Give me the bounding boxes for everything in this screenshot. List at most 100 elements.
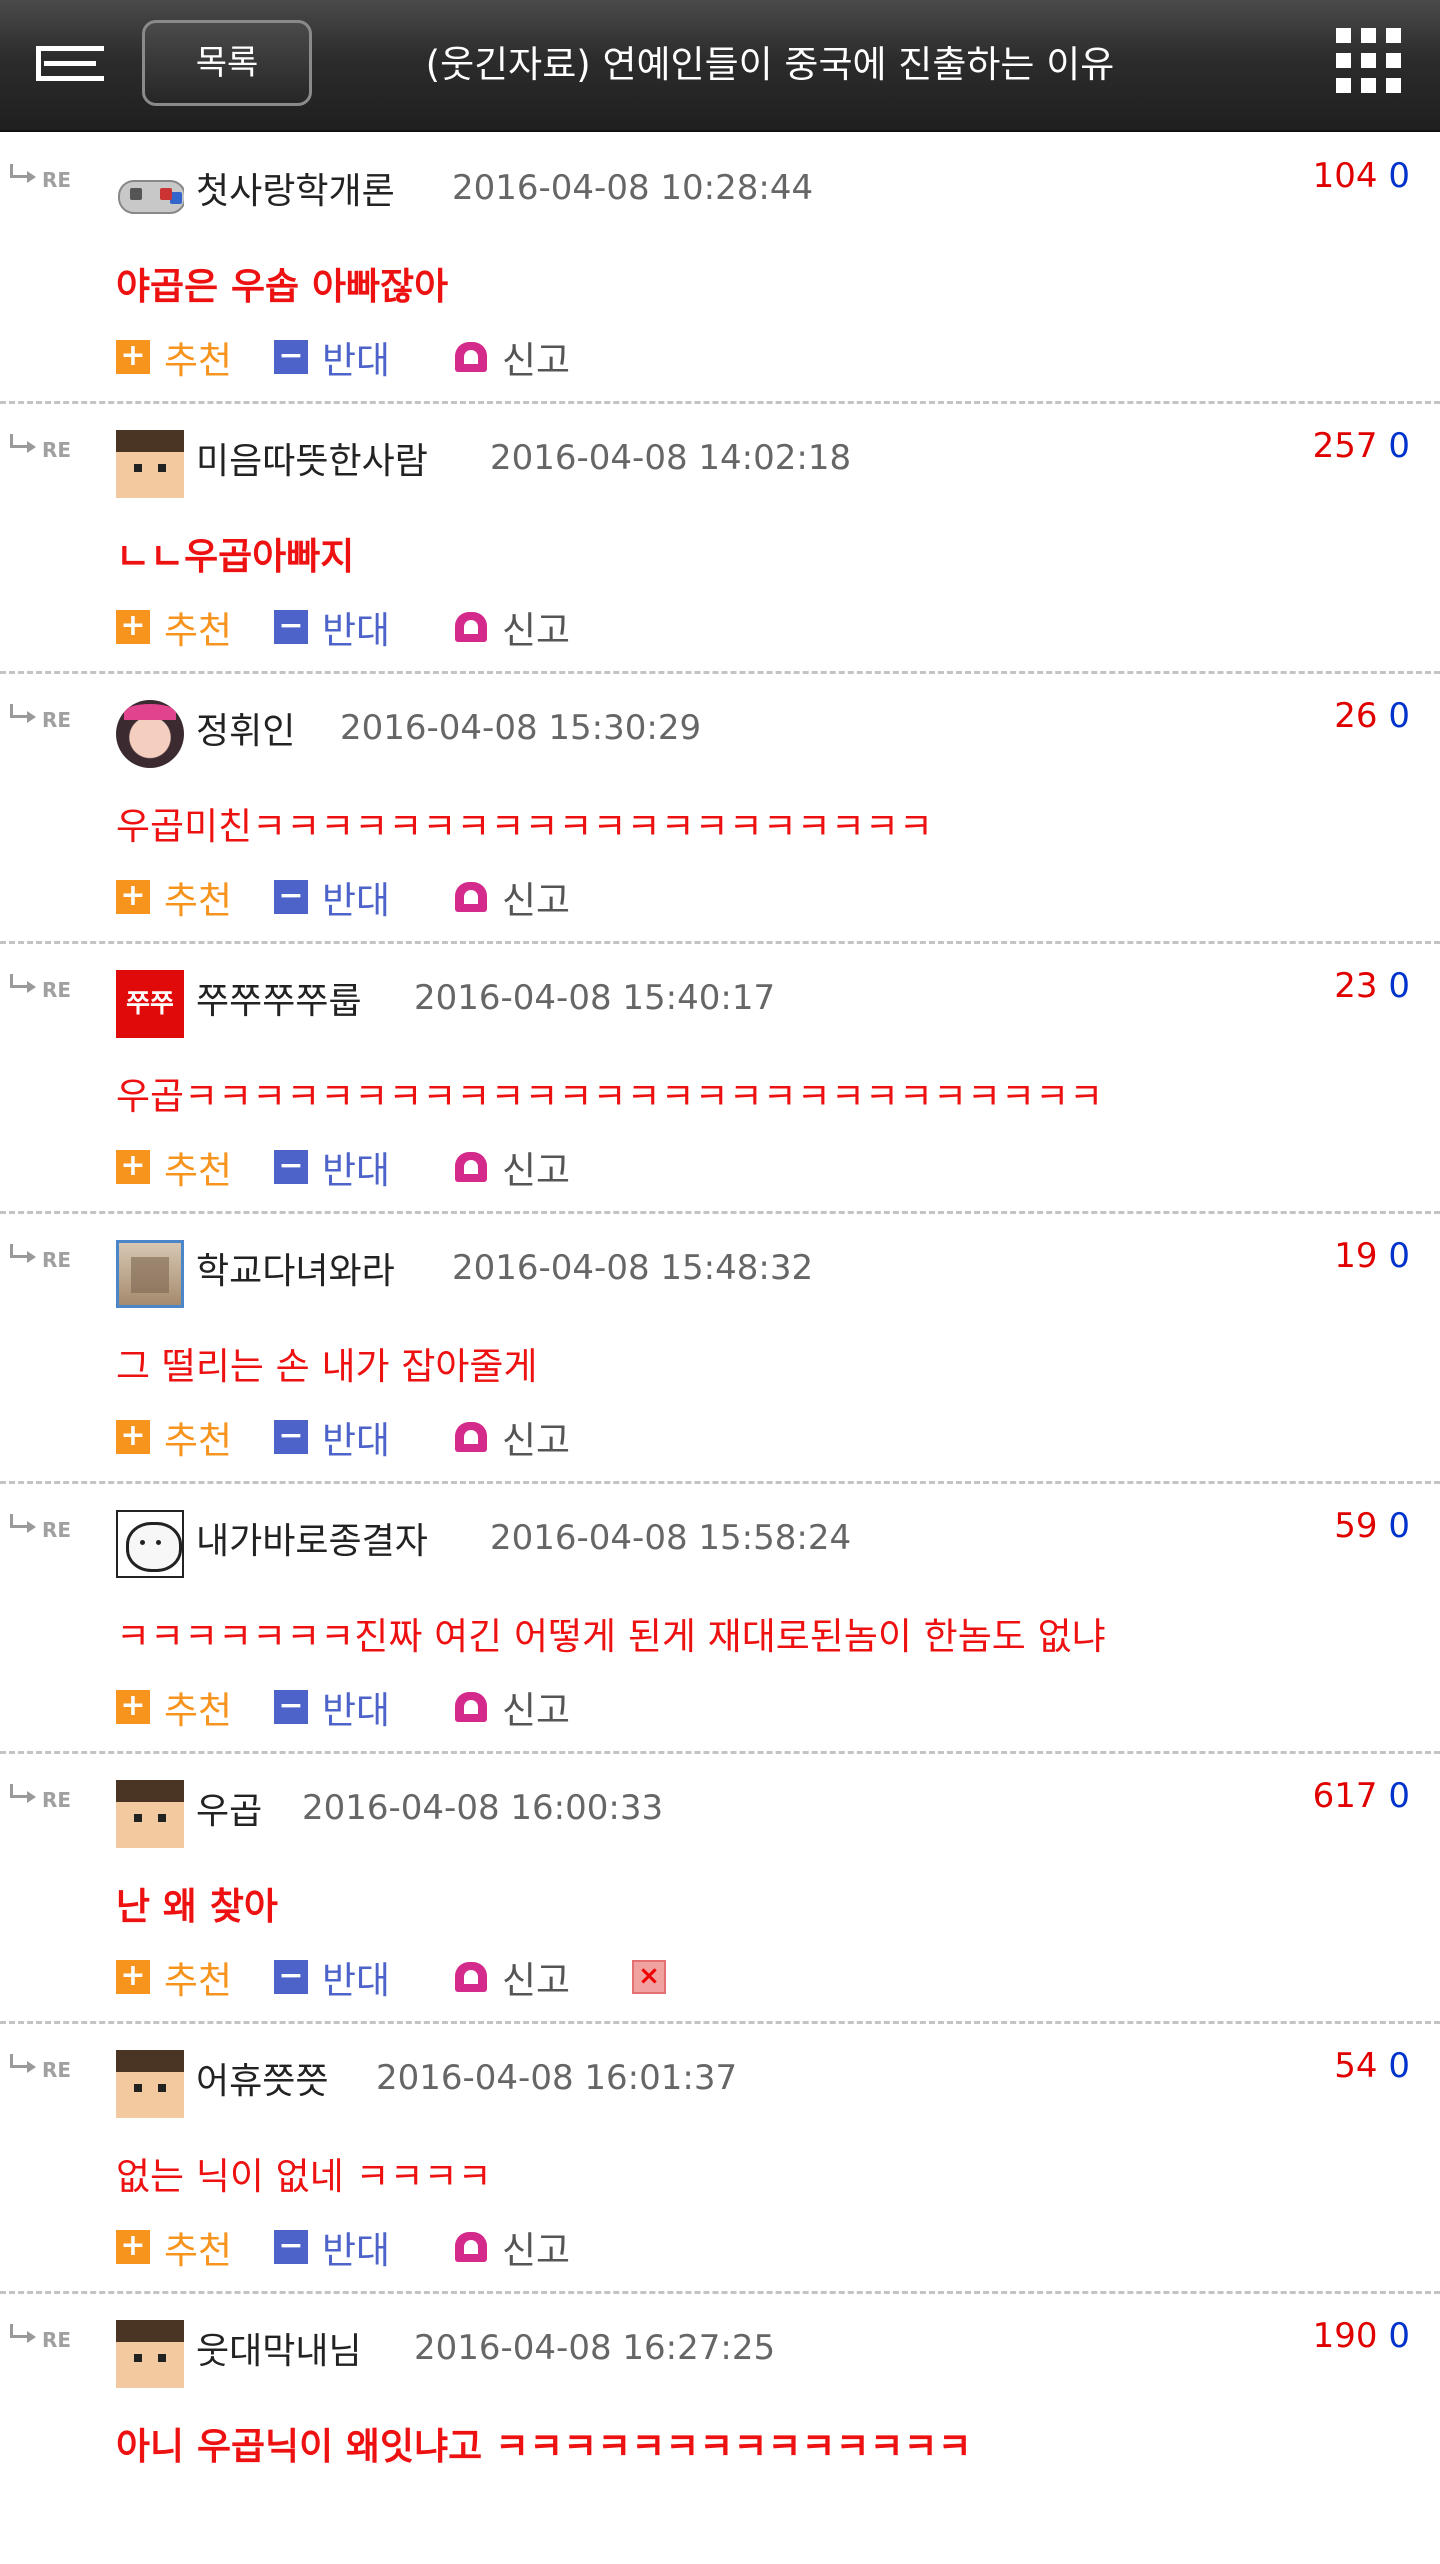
plus-icon: + [116,340,150,374]
comment-date: 2016-04-08 15:30:29 [340,708,702,748]
reply-icon: RE [8,434,80,462]
vote-count: 26 0 [1334,696,1410,736]
comment-item: RE 어휴쯧쯧 2016-04-08 16:01:37 54 0 없는 닉이 없… [0,2024,1440,2294]
minus-icon: − [274,610,308,644]
reply-icon: RE [8,1244,80,1272]
plus-icon: + [116,880,150,914]
comment-text: 그 떨리는 손 내가 잡아줄게 [116,1345,538,1388]
upvote-count: 617 [1312,1776,1378,1816]
reply-icon: RE [8,1514,80,1542]
comment-date: 2016-04-08 15:40:17 [414,978,776,1018]
upvote-count: 59 [1334,1506,1378,1546]
comment-date: 2016-04-08 16:27:25 [414,2328,776,2368]
siren-icon [454,880,488,914]
minus-icon: − [274,1420,308,1454]
vote-count: 59 0 [1334,1506,1410,1546]
vote-count: 19 0 [1334,1236,1410,1276]
downvote-count: 0 [1388,2046,1410,2086]
list-button[interactable]: 목록 [142,20,312,106]
upvote-count: 190 [1312,2316,1378,2356]
siren-icon [454,2230,488,2264]
avatar[interactable] [116,700,184,768]
comment-text: 우곱ㅋㅋㅋㅋㅋㅋㅋㅋㅋㅋㅋㅋㅋㅋㅋㅋㅋㅋㅋㅋㅋㅋㅋㅋㅋㅋㅋ [116,1075,1104,1118]
comment-text: 난 왜 찾아 [116,1885,278,1928]
comment-author[interactable]: 우곱 [196,1782,262,1834]
comment-actions: + 추천 − 반대 신고 × [116,1950,716,2002]
reply-icon: RE [8,1784,80,1812]
comment-author[interactable]: 미음따뜻한사람 [196,432,428,484]
comment-actions: + 추천 − 반대 신고 [116,870,716,922]
comment-date: 2016-04-08 15:48:32 [452,1248,814,1288]
siren-icon [454,1690,488,1724]
avatar[interactable] [116,1240,184,1308]
upvote-count: 26 [1334,696,1378,736]
comment-item: RE 웃대막내님 2016-04-08 16:27:25 190 0 아니 우곱… [0,2294,1440,2564]
siren-icon [454,1960,488,1994]
siren-icon [454,610,488,644]
upvote-count: 19 [1334,1236,1378,1276]
siren-icon [454,1420,488,1454]
vote-count: 54 0 [1334,2046,1410,2086]
minus-icon: − [274,2230,308,2264]
minus-icon: − [274,1960,308,1994]
avatar[interactable] [116,160,184,228]
comment-text: 없는 닉이 없네 ㅋㅋㅋㅋ [116,2155,492,2198]
comment-item: RE 학교다녀와라 2016-04-08 15:48:32 19 0 그 떨리는… [0,1214,1440,1484]
minus-icon: − [274,340,308,374]
reply-icon: RE [8,164,80,192]
comment-item: RE 미음따뜻한사람 2016-04-08 14:02:18 257 0 ㄴㄴ우… [0,404,1440,674]
comment-author[interactable]: 첫사랑학개론 [196,162,395,214]
upvote-count: 104 [1312,156,1378,196]
comment-actions: + 추천 − 반대 신고 [116,1410,716,1462]
downvote-count: 0 [1388,1776,1410,1816]
upvote-count: 54 [1334,2046,1378,2086]
comment-actions: + 추천 − 반대 신고 [116,2220,716,2272]
vote-count: 257 0 [1313,426,1410,466]
plus-icon: + [116,1150,150,1184]
vote-count: 190 0 [1313,2316,1410,2356]
comment-item: RE 내가바로종결자 2016-04-08 15:58:24 59 0 ㅋㅋㅋㅋ… [0,1484,1440,1754]
top-bar: 목록 (웃긴자료) 연예인들이 중국에 진출하는 이유 [0,0,1440,132]
menu-icon[interactable] [36,46,104,82]
comment-author[interactable]: 정휘인 [196,702,295,754]
vote-count: 23 0 [1334,966,1410,1006]
comment-author[interactable]: 어휴쯧쯧 [196,2052,328,2104]
downvote-count: 0 [1388,696,1410,736]
plus-icon: + [116,2230,150,2264]
vote-count: 104 0 [1313,156,1410,196]
comment-date: 2016-04-08 15:58:24 [490,1518,852,1558]
avatar[interactable] [116,2320,184,2388]
reply-icon: RE [8,2324,80,2352]
upvote-count: 23 [1334,966,1378,1006]
comment-author[interactable]: 학교다녀와라 [196,1242,395,1294]
comment-actions: + 추천 − 반대 신고 [116,330,716,382]
upvote-count: 257 [1312,426,1378,466]
avatar[interactable]: 쭈쭈 [116,970,184,1038]
downvote-count: 0 [1388,1506,1410,1546]
comment-author[interactable]: 내가바로종결자 [196,1512,428,1564]
page-title: (웃긴자료) 연예인들이 중국에 진출하는 이유 [425,43,1115,86]
comment-actions: + 추천 − 반대 신고 [116,1140,716,1192]
avatar[interactable] [116,1780,184,1848]
minus-icon: − [274,880,308,914]
comment-date: 2016-04-08 16:00:33 [302,1788,664,1828]
comment-text: 야곱은 우솝 아빠잖아 [116,265,449,308]
siren-icon [454,340,488,374]
plus-icon: + [116,1960,150,1994]
comment-list: RE 첫사랑학개론 2016-04-08 10:28:44 104 0 야곱은 … [0,134,1440,2564]
comment-date: 2016-04-08 14:02:18 [490,438,852,478]
comment-actions: + 추천 − 반대 신고 [116,1680,716,1732]
comment-author[interactable]: 웃대막내님 [196,2322,362,2374]
avatar[interactable] [116,1510,184,1578]
minus-icon: − [274,1690,308,1724]
reply-icon: RE [8,974,80,1002]
downvote-count: 0 [1388,156,1410,196]
siren-icon [454,1150,488,1184]
avatar[interactable] [116,2050,184,2118]
comment-author[interactable]: 쭈쭈쭈쭈룹 [196,972,362,1024]
comment-item: RE 우곱 2016-04-08 16:00:33 617 0 난 왜 찾아 +… [0,1754,1440,2024]
vote-count: 617 0 [1313,1776,1410,1816]
avatar[interactable] [116,430,184,498]
grid-menu-icon[interactable] [1336,28,1402,94]
plus-icon: + [116,610,150,644]
